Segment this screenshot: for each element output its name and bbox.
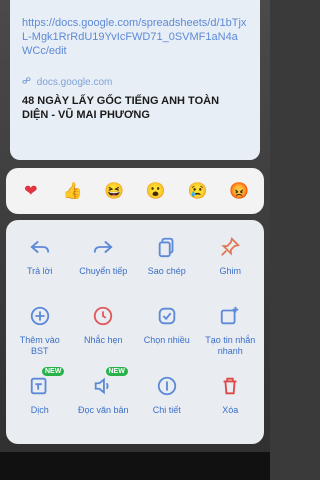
link-icon [22, 76, 31, 88]
multi-select-button[interactable]: Chọn nhiều [135, 297, 199, 366]
add-collection-icon [27, 303, 53, 329]
angry-face-icon[interactable]: 😡 [226, 178, 252, 204]
speaker-icon [90, 373, 116, 399]
message-options-screen: https://docs.google.com/spreadsheets/d/1… [0, 0, 270, 480]
forward-icon [90, 234, 116, 260]
pin-label: Ghim [219, 266, 241, 276]
new-badge: NEW [105, 366, 128, 376]
system-navigation-bar [0, 452, 270, 480]
reaction-bar: ❤ 👍 😆 😮 😢 😡 [6, 168, 264, 214]
translate-button[interactable]: NEW Dịch [8, 366, 72, 436]
link-domain: docs.google.com [36, 77, 113, 88]
copy-button[interactable]: Sao chép [135, 228, 199, 297]
info-icon [154, 373, 180, 399]
forward-button[interactable]: Chuyển tiếp [72, 228, 136, 297]
surprised-face-icon[interactable]: 😮 [143, 178, 169, 204]
delete-label: Xóa [222, 404, 239, 415]
reply-label: Trả lời [26, 266, 53, 276]
new-badge: NEW [42, 366, 65, 376]
pin-icon [217, 234, 243, 260]
copy-icon [154, 234, 180, 260]
reply-button[interactable]: Trả lời [8, 228, 72, 297]
pin-button[interactable]: Ghim [199, 228, 263, 297]
link-title: 48 NGÀY LẤY GỐC TIẾNG ANH TOÀN DIỆN - VŨ… [22, 95, 220, 121]
translate-label: Dịch [30, 404, 49, 415]
link-preview-card[interactable]: https://docs.google.com/spreadsheets/d/1… [10, 0, 260, 160]
delete-button[interactable]: Xóa [199, 367, 263, 436]
link-domain-row: docs.google.com [22, 76, 248, 88]
read-text-label: Đọc văn bản [77, 404, 129, 415]
reminder-label: Nhắc hẹn [83, 335, 123, 346]
forward-label: Chuyển tiếp [79, 266, 128, 276]
add-collection-label: Thêm vào BST [19, 335, 60, 357]
heart-icon[interactable]: ❤ [18, 178, 44, 204]
read-text-button[interactable]: NEW Đọc văn bản [72, 366, 136, 436]
details-button[interactable]: Chi tiết [135, 367, 199, 436]
clock-icon [90, 303, 116, 329]
details-label: Chi tiết [152, 404, 181, 415]
reminder-button[interactable]: Nhắc hẹn [72, 297, 136, 366]
thumbs-up-icon[interactable]: 👍 [59, 178, 85, 204]
add-collection-button[interactable]: Thêm vào BST [8, 297, 72, 366]
crying-face-icon[interactable]: 😢 [184, 178, 210, 204]
multi-select-icon [154, 303, 180, 329]
reply-icon [27, 234, 53, 260]
translate-icon [27, 373, 53, 399]
quick-message-button[interactable]: Tạo tin nhắn nhanh [199, 297, 263, 366]
quick-message-icon [217, 303, 243, 329]
copy-label: Sao chép [147, 266, 186, 276]
trash-icon [217, 373, 243, 399]
laughing-face-icon[interactable]: 😆 [101, 178, 127, 204]
multi-select-label: Chọn nhiều [143, 335, 190, 346]
quick-message-label: Tạo tin nhắn nhanh [205, 335, 256, 357]
link-url[interactable]: https://docs.google.com/spreadsheets/d/1… [22, 16, 248, 58]
action-grid: Trả lời Chuyển tiếp Sao chép Ghim Thêm v [6, 220, 264, 444]
